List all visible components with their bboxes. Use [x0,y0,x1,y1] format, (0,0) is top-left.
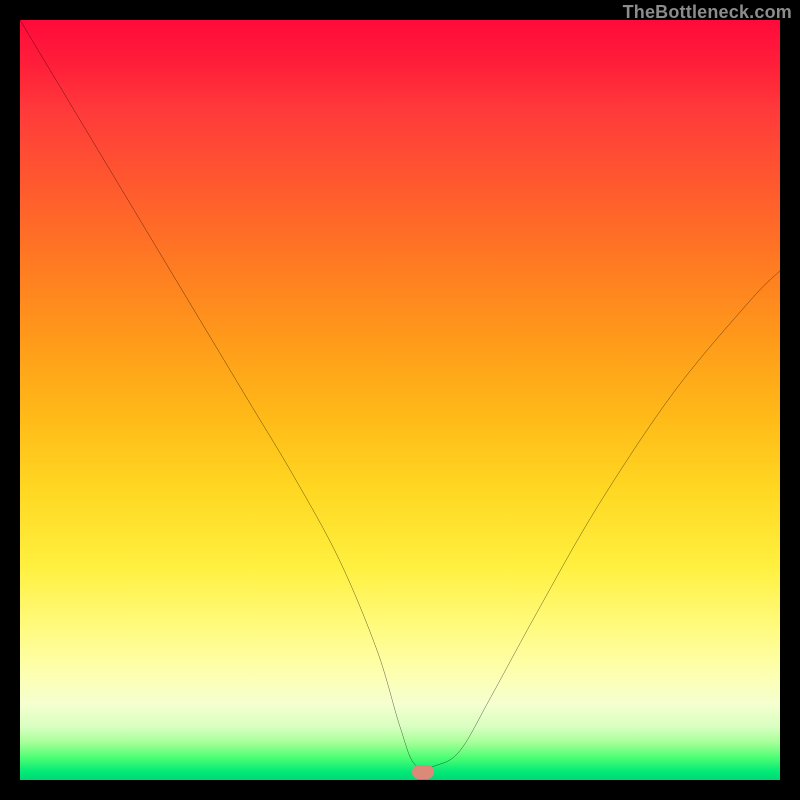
bottleneck-curve [20,20,780,780]
watermark-text: TheBottleneck.com [623,2,792,23]
curve-line [20,20,780,768]
chart-plot-area [20,20,780,780]
optimum-marker [412,765,434,779]
chart-frame: TheBottleneck.com [0,0,800,800]
